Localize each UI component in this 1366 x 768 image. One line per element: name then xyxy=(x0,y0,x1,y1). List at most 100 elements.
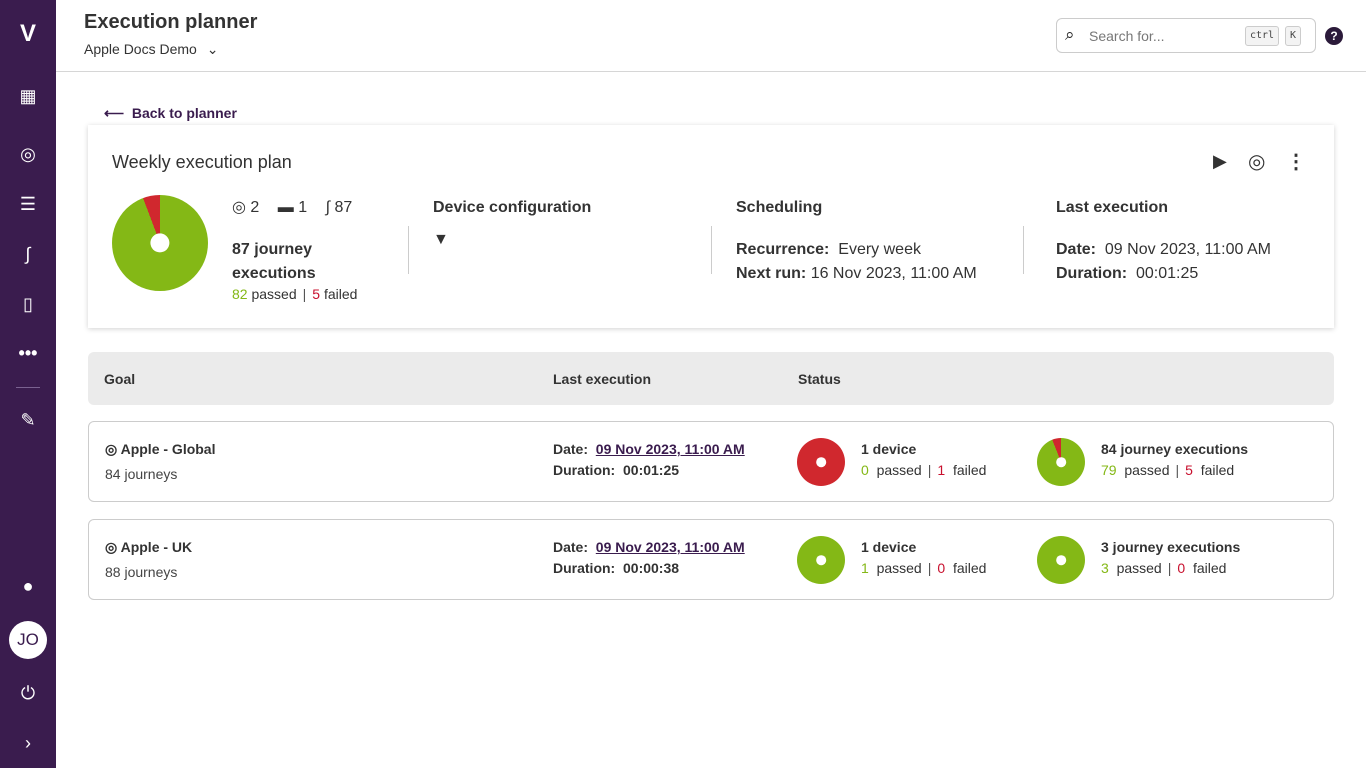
duration-label: Duration: xyxy=(553,560,616,576)
execution-count: 84 journey executions xyxy=(1101,441,1249,457)
scheduling-details: Recurrence: Every week Next run: 16 Nov … xyxy=(736,238,977,286)
expand-icon[interactable]: › xyxy=(0,731,56,755)
divider xyxy=(16,387,40,388)
goal-icon: ◎ xyxy=(105,441,118,457)
goal-label: Apple - Global xyxy=(120,441,216,457)
execution-date-link[interactable]: 09 Nov 2023, 11:00 AM xyxy=(596,539,745,555)
executions-line2: executions xyxy=(232,265,316,282)
device-count: 1 device xyxy=(861,539,917,555)
duration-value: 00:01:25 xyxy=(1136,265,1199,282)
workspace-name: Apple Docs Demo xyxy=(84,41,197,57)
execution-pie-chart xyxy=(1037,536,1085,584)
failed-label: failed xyxy=(323,286,358,302)
journey-count: 87 xyxy=(334,199,353,216)
chevron-down-icon: ⌄ xyxy=(206,41,219,57)
executions-line1: 87 journey xyxy=(232,241,313,258)
search-input[interactable]: ⌕ Search for... ctrl K xyxy=(1056,18,1316,53)
logo-icon[interactable]: V xyxy=(0,22,56,46)
passed-label: passed xyxy=(1116,560,1162,576)
duration-value: 00:01:25 xyxy=(623,462,680,478)
last-execution-details: Date: 09 Nov 2023, 11:00 AM Duration: 00… xyxy=(1056,238,1271,286)
scheduling-heading: Scheduling xyxy=(736,199,823,216)
goal-target-button[interactable]: ◎ xyxy=(1248,149,1265,174)
duration-value: 00:00:38 xyxy=(623,560,680,576)
passed-count: 79 xyxy=(1101,462,1117,478)
shortcut-k: K xyxy=(1285,26,1302,46)
divider xyxy=(408,226,409,274)
device-tag-icon: ▬ xyxy=(277,199,294,216)
journey-icon[interactable]: ∫ xyxy=(0,242,56,266)
column-goal: Goal xyxy=(104,371,136,387)
back-label: Back to planner xyxy=(131,105,237,121)
date-label: Date: xyxy=(553,539,589,555)
pass-fail-summary: 82 passed | 5 failed xyxy=(232,286,358,302)
avatar[interactable]: JO xyxy=(9,621,47,659)
back-to-planner-link[interactable]: ⟵ Back to planner xyxy=(104,105,237,122)
execution-date-link[interactable]: 09 Nov 2023, 11:00 AM xyxy=(596,441,745,457)
executions-total: 87 journey executions xyxy=(232,238,316,286)
table-row[interactable]: ◎ Apple - UK 88 journeys Date: 09 Nov 20… xyxy=(88,519,1334,600)
goal-icon[interactable]: ◎ xyxy=(0,142,56,166)
goal-name[interactable]: ◎ Apple - Global xyxy=(105,441,215,458)
plan-pie-chart xyxy=(112,195,208,291)
journey-count: 84 journeys xyxy=(105,466,178,482)
shortcut-ctrl: ctrl xyxy=(1245,26,1280,46)
column-status: Status xyxy=(798,371,841,387)
failed-count: 5 xyxy=(1185,462,1193,478)
device-config-heading: Device configuration xyxy=(433,199,592,216)
recurrence-label: Recurrence: xyxy=(736,241,830,258)
recurrence-value: Every week xyxy=(838,241,921,258)
duration-label: Duration: xyxy=(553,462,616,478)
execution-count: 3 journey executions xyxy=(1101,539,1241,555)
next-run-label: Next run: xyxy=(736,265,807,282)
passed-label: passed xyxy=(876,462,922,478)
run-button[interactable]: ▶ xyxy=(1213,151,1227,172)
power-icon[interactable]: ⏻ xyxy=(0,681,56,705)
device-pie-chart xyxy=(797,536,845,584)
date-label: Date: xyxy=(1056,241,1097,258)
failed-count: 1 xyxy=(937,462,946,478)
passed-count: 1 xyxy=(861,560,869,576)
failed-label: failed xyxy=(952,462,987,478)
more-options-icon[interactable]: ⋮ xyxy=(1286,149,1306,174)
workspace-selector[interactable]: Apple Docs Demo ⌄ xyxy=(84,41,218,58)
plan-title: Weekly execution plan xyxy=(112,152,292,172)
organization-icon[interactable]: ▦ xyxy=(0,84,56,108)
passed-count: 0 xyxy=(861,462,869,478)
column-last-execution: Last execution xyxy=(553,371,652,387)
duration-label: Duration: xyxy=(1056,265,1128,282)
pin-icon[interactable]: ✎ xyxy=(0,408,56,432)
passed-count: 82 xyxy=(232,286,248,302)
chat-icon[interactable]: ● xyxy=(0,574,56,598)
journey-count: 88 journeys xyxy=(105,564,178,580)
failed-count: 5 xyxy=(312,286,321,302)
sidebar: V ▦ ◎ ☰ ∫ ▯ ••• ✎ ● JO ⏻ › xyxy=(0,0,56,768)
table-row[interactable]: ◎ Apple - Global 84 journeys Date: 09 No… xyxy=(88,421,1334,502)
failed-label: failed xyxy=(1192,560,1227,576)
more-icon[interactable]: ••• xyxy=(0,341,56,365)
page-title: Execution planner xyxy=(84,11,258,33)
next-run-value: 16 Nov 2023, 11:00 AM xyxy=(810,265,977,282)
divider xyxy=(1023,226,1024,274)
passed-label: passed xyxy=(251,286,297,302)
last-execution-heading: Last execution xyxy=(1056,199,1169,216)
plan-summary-card: Weekly execution plan ▶ ◎ ⋮ ◎ 2 ▬ 1 ∫ 87… xyxy=(88,125,1334,328)
device-pie-chart xyxy=(797,438,845,486)
search-icon: ⌕ xyxy=(1065,25,1075,44)
divider xyxy=(711,226,712,274)
goal-name[interactable]: ◎ Apple - UK xyxy=(105,539,192,556)
device-logo-icon: ▼ xyxy=(433,231,449,248)
execution-pie-chart xyxy=(1037,438,1085,486)
help-icon[interactable]: ? xyxy=(1325,27,1343,45)
list-icon[interactable]: ☰ xyxy=(0,192,56,216)
goal-icon: ◎ xyxy=(105,539,118,555)
passed-count: 3 xyxy=(1101,560,1109,576)
code-file-icon[interactable]: ▯ xyxy=(0,292,56,316)
passed-label: passed xyxy=(1124,462,1170,478)
search-placeholder: Search for... xyxy=(1089,28,1165,44)
table-header: Goal Last execution Status xyxy=(88,352,1334,405)
device-count: 1 device xyxy=(861,441,917,457)
device-count: 1 xyxy=(298,199,308,216)
failed-count: 0 xyxy=(1177,560,1186,576)
goal-label: Apple - UK xyxy=(120,539,193,555)
